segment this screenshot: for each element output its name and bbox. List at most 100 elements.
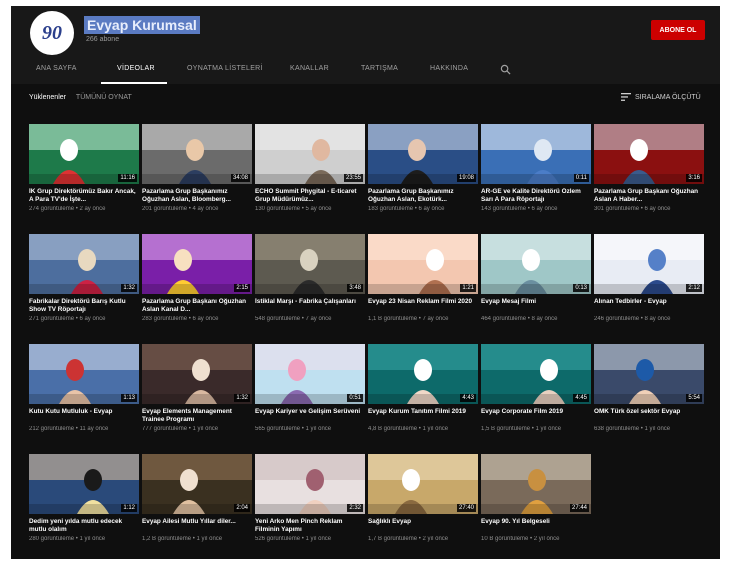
- tab-videos[interactable]: VİDEOLAR: [117, 65, 155, 72]
- video-title[interactable]: Pazarlama Grup Başkanımız Oğuzhan Aslan,…: [142, 188, 252, 204]
- video-title[interactable]: Pazarlama Grup Başkanı Oğuzhan Aslan A H…: [594, 188, 704, 204]
- video-thumbnail[interactable]: 34:08: [142, 124, 252, 184]
- search-icon[interactable]: [500, 64, 511, 75]
- video-meta: 130 görüntüleme • 5 ay önce: [255, 206, 332, 212]
- video-thumbnail[interactable]: 11:16: [29, 124, 139, 184]
- video-title[interactable]: Evyap Ailesi Mutlu Yıllar diler...: [142, 518, 252, 526]
- video-thumbnail[interactable]: 1:21: [368, 234, 478, 294]
- video-meta: 10 B görüntüleme • 2 yıl önce: [481, 536, 560, 542]
- video-meta: 526 görüntüleme • 1 yıl önce: [255, 536, 332, 542]
- video-meta: 4,8 B görüntüleme • 1 yıl önce: [368, 426, 449, 432]
- sort-by-button[interactable]: SIRALAMA ÖLÇÜTÜ: [621, 93, 701, 101]
- video-thumbnail[interactable]: 2:15: [142, 234, 252, 294]
- video-title[interactable]: Evyap 90. Yıl Belgeseli: [481, 518, 591, 526]
- video-thumbnail[interactable]: 3:16: [594, 124, 704, 184]
- play-all-button[interactable]: TÜMÜNÜ OYNAT: [76, 94, 132, 101]
- video-duration: 4:45: [573, 394, 589, 402]
- video-title[interactable]: İK Grup Direktörümüz Bakır Ancak, A Para…: [29, 188, 139, 204]
- subscribe-button[interactable]: ABONE OL: [651, 20, 705, 40]
- video-title[interactable]: Sağlıklı Evyap: [368, 518, 478, 526]
- video-duration: 1:12: [121, 504, 137, 512]
- video-meta: 271 görüntüleme • 6 ay önce: [29, 316, 106, 322]
- video-title[interactable]: Evyap Mesaj Filmi: [481, 298, 591, 306]
- video-meta: 280 görüntüleme • 1 yıl önce: [29, 536, 106, 542]
- video-meta: 183 görüntüleme • 6 ay önce: [368, 206, 445, 212]
- video-meta: 777 görüntüleme • 1 yıl önce: [142, 426, 219, 432]
- video-title[interactable]: Evyap Corporate Film 2019: [481, 408, 591, 416]
- video-duration: 11:16: [118, 174, 137, 182]
- video-title[interactable]: AR-GE ve Kalite Direktörü Özlem Sarı A P…: [481, 188, 591, 204]
- video-title[interactable]: İstiklal Marşı - Fabrika Çalışanları: [255, 298, 365, 306]
- video-meta: 1,5 B görüntüleme • 1 yıl önce: [481, 426, 562, 432]
- video-title[interactable]: Pazarlama Grup Başkanı Oğuzhan Aslan Kan…: [142, 298, 252, 314]
- sort-icon: [621, 93, 631, 101]
- video-duration: 1:13: [121, 394, 137, 402]
- channel-avatar[interactable]: 90: [30, 11, 74, 55]
- video-duration: 27:40: [456, 504, 476, 512]
- tab-home[interactable]: ANA SAYFA: [36, 65, 77, 72]
- tab-about[interactable]: HAKKINDA: [430, 65, 468, 72]
- video-title[interactable]: Evyap Kariyer ve Gelişim Serüveni: [255, 408, 365, 416]
- video-thumbnail[interactable]: 4:43: [368, 344, 478, 404]
- video-thumbnail[interactable]: 2:12: [594, 234, 704, 294]
- video-title[interactable]: Yeni Arko Men Pinch Reklam Filminin Yapı…: [255, 518, 365, 534]
- video-thumbnail[interactable]: 0:11: [481, 124, 591, 184]
- channel-name: Evyap Kurumsal: [84, 16, 200, 34]
- video-duration: 0:13: [573, 284, 589, 292]
- video-title[interactable]: Evyap Elements Management Trainee Progra…: [142, 408, 252, 424]
- video-meta: 201 görüntüleme • 4 ay önce: [142, 206, 219, 212]
- video-thumbnail[interactable]: 1:13: [29, 344, 139, 404]
- video-meta: 548 görüntüleme • 7 ay önce: [255, 316, 332, 322]
- video-duration: 3:16: [686, 174, 702, 182]
- video-duration: 1:32: [121, 284, 137, 292]
- video-thumbnail[interactable]: 2:32: [255, 454, 365, 514]
- tab-playlists[interactable]: OYNATMA LİSTELERİ: [187, 65, 263, 72]
- video-thumbnail[interactable]: 19:08: [368, 124, 478, 184]
- uploads-filter: Yüklenenler TÜMÜNÜ OYNAT: [29, 94, 132, 101]
- video-title[interactable]: Dedim yeni yılda mutlu edecek mutlu olal…: [29, 518, 139, 534]
- video-thumbnail[interactable]: 27:44: [481, 454, 591, 514]
- video-meta: 638 görüntüleme • 1 yıl önce: [594, 426, 671, 432]
- video-duration: 0:11: [573, 174, 589, 182]
- video-thumbnail[interactable]: 2:04: [142, 454, 252, 514]
- video-meta: 464 görüntüleme • 8 ay önce: [481, 316, 558, 322]
- video-meta: 301 görüntüleme • 6 ay önce: [594, 206, 671, 212]
- video-meta: 1,1 B görüntüleme • 7 ay önce: [368, 316, 449, 322]
- video-duration: 2:15: [234, 284, 250, 292]
- video-thumbnail[interactable]: 3:48: [255, 234, 365, 294]
- sort-label: SIRALAMA ÖLÇÜTÜ: [635, 93, 701, 101]
- tab-discussion[interactable]: TARTIŞMA: [361, 65, 398, 72]
- video-title[interactable]: Alınan Tedbirler - Evyap: [594, 298, 704, 306]
- video-title[interactable]: Evyap Kurum Tanıtım Filmi 2019: [368, 408, 478, 416]
- channel-logo-text: 90: [42, 22, 62, 44]
- uploads-label[interactable]: Yüklenenler: [29, 94, 66, 101]
- video-meta: 283 görüntüleme • 6 ay önce: [142, 316, 219, 322]
- video-thumbnail[interactable]: 5:54: [594, 344, 704, 404]
- video-thumbnail[interactable]: 4:45: [481, 344, 591, 404]
- video-title[interactable]: Evyap 23 Nisan Reklam Filmi 2020: [368, 298, 478, 306]
- video-thumbnail[interactable]: 0:51: [255, 344, 365, 404]
- video-meta: 1,7 B görüntüleme • 2 yıl önce: [368, 536, 449, 542]
- video-thumbnail[interactable]: 1:32: [142, 344, 252, 404]
- video-duration: 1:32: [234, 394, 250, 402]
- video-thumbnail[interactable]: 1:12: [29, 454, 139, 514]
- video-meta: 143 görüntüleme • 6 ay önce: [481, 206, 558, 212]
- video-title[interactable]: OMK Türk özel sektör Evyap: [594, 408, 704, 416]
- video-meta: 1,2 B görüntüleme • 1 yıl önce: [142, 536, 223, 542]
- youtube-channel-page: 90 Evyap Kurumsal 266 abone ABONE OL ANA…: [11, 6, 720, 559]
- video-title[interactable]: Kutu Kutu Mutluluk - Evyap: [29, 408, 139, 416]
- video-title[interactable]: Pazarlama Grup Başkanımız Oğuzhan Aslan,…: [368, 188, 478, 204]
- video-duration: 0:51: [347, 394, 363, 402]
- tab-channels[interactable]: KANALLAR: [290, 65, 329, 72]
- video-thumbnail[interactable]: 23:55: [255, 124, 365, 184]
- video-duration: 1:21: [460, 284, 476, 292]
- video-thumbnail[interactable]: 0:13: [481, 234, 591, 294]
- video-duration: 27:44: [569, 504, 589, 512]
- channel-tabs: ANA SAYFA VİDEOLAR OYNATMA LİSTELERİ KAN…: [11, 56, 720, 84]
- video-title[interactable]: ECHO Summit Phygital - E-ticaret Grup Mü…: [255, 188, 365, 204]
- video-duration: 19:08: [456, 174, 476, 182]
- video-duration: 2:04: [234, 504, 250, 512]
- video-title[interactable]: Fabrikalar Direktörü Barış Kutlu Show TV…: [29, 298, 139, 314]
- video-thumbnail[interactable]: 27:40: [368, 454, 478, 514]
- video-thumbnail[interactable]: 1:32: [29, 234, 139, 294]
